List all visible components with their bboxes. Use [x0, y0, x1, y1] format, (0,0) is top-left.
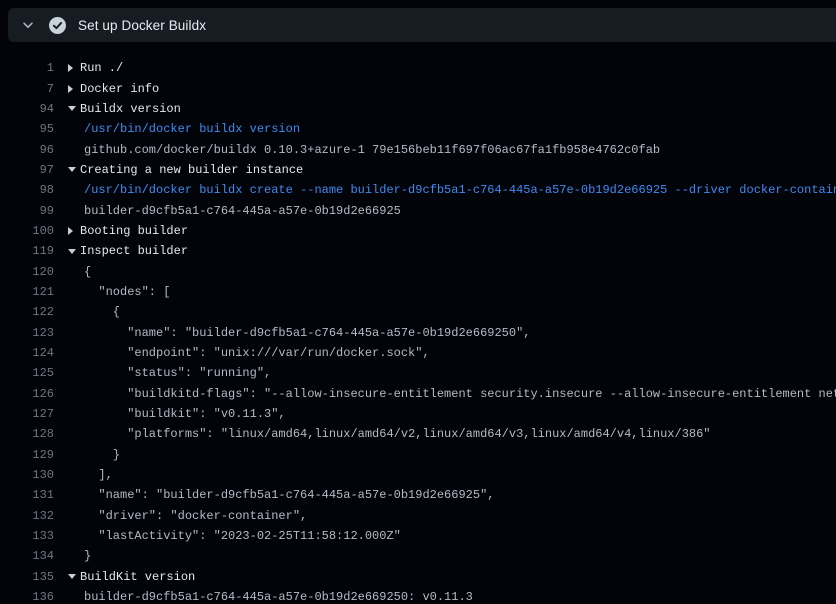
log-line: 128 "platforms": "linux/amd64,linux/amd6…: [0, 424, 836, 444]
log-line: 1 Run ./: [0, 58, 836, 78]
log-line: 124 "endpoint": "unix:///var/run/docker.…: [0, 343, 836, 363]
line-number[interactable]: 124: [0, 346, 54, 360]
log-text: ],: [84, 468, 113, 482]
line-number[interactable]: 131: [0, 488, 54, 502]
step-header[interactable]: Set up Docker Buildx: [8, 8, 836, 42]
line-number[interactable]: 129: [0, 448, 54, 462]
line-number[interactable]: 94: [0, 102, 54, 116]
log-text: "name": "builder-d9cfb5a1-c764-445a-a57e…: [84, 326, 530, 340]
log-line: 95/usr/bin/docker buildx version: [0, 119, 836, 139]
log-line: 99 builder-d9cfb5a1-c764-445a-a57e-0b19d2…: [0, 200, 836, 220]
line-number[interactable]: 96: [0, 143, 54, 157]
log-line: 94 Buildx version: [0, 99, 836, 119]
log-text: "lastActivity": "2023-02-25T11:58:12.000…: [84, 529, 401, 543]
log-text: }: [84, 448, 120, 462]
chevron-down-icon[interactable]: [68, 574, 80, 579]
log-line: 129 }: [0, 445, 836, 465]
line-number[interactable]: 98: [0, 183, 54, 197]
command-text: /usr/bin/docker buildx create --name bui…: [84, 183, 836, 197]
line-number[interactable]: 97: [0, 163, 54, 177]
log-line: 96 github.com/docker/buildx 0.10.3+azure-…: [0, 139, 836, 159]
line-number[interactable]: 127: [0, 407, 54, 421]
chevron-down-icon[interactable]: [20, 17, 36, 33]
log-line: 123 "name": "builder-d9cfb5a1-c764-445a-…: [0, 322, 836, 342]
chevron-down-icon[interactable]: [68, 106, 80, 111]
log-line: 122 {: [0, 302, 836, 322]
group-title[interactable]: Creating a new builder instance: [80, 163, 303, 177]
log-line: 119 Inspect builder: [0, 241, 836, 261]
chevron-right-icon[interactable]: [68, 64, 80, 72]
line-number[interactable]: 128: [0, 427, 54, 441]
log-line: 7 Docker info: [0, 78, 836, 98]
log-text: builder-d9cfb5a1-c764-445a-a57e-0b19d2e6…: [84, 590, 473, 604]
log-text: "nodes": [: [84, 285, 170, 299]
line-number[interactable]: 132: [0, 509, 54, 523]
log-line: 100 Booting builder: [0, 221, 836, 241]
log-text: github.com/docker/buildx 0.10.3+azure-1 …: [84, 143, 660, 157]
line-number[interactable]: 122: [0, 305, 54, 319]
log-line: 125 "status": "running",: [0, 363, 836, 383]
step-title: Set up Docker Buildx: [78, 18, 206, 33]
log-text: builder-d9cfb5a1-c764-445a-a57e-0b19d2e6…: [84, 204, 401, 218]
log-text: "buildkit": "v0.11.3",: [84, 407, 286, 421]
log-text: "platforms": "linux/amd64,linux/amd64/v2…: [84, 427, 711, 441]
log-line: 135 BuildKit version: [0, 567, 836, 587]
log-line: 133 "lastActivity": "2023-02-25T11:58:12…: [0, 526, 836, 546]
log-line: 131 "name": "builder-d9cfb5a1-c764-445a-…: [0, 485, 836, 505]
line-number[interactable]: 130: [0, 468, 54, 482]
check-circle-icon: [48, 16, 66, 34]
log-line: 132 "driver": "docker-container",: [0, 506, 836, 526]
log-line: 98/usr/bin/docker buildx create --name b…: [0, 180, 836, 200]
log-line: 127 "buildkit": "v0.11.3",: [0, 404, 836, 424]
log-line: 97 Creating a new builder instance: [0, 160, 836, 180]
log-text: "name": "builder-d9cfb5a1-c764-445a-a57e…: [84, 488, 494, 502]
chevron-down-icon[interactable]: [68, 249, 80, 254]
log-text: {: [84, 265, 91, 279]
log-text: }: [84, 549, 91, 563]
line-number[interactable]: 126: [0, 387, 54, 401]
group-title[interactable]: Booting builder: [80, 224, 188, 238]
group-title[interactable]: Buildx version: [80, 102, 181, 116]
command-text: /usr/bin/docker buildx version: [84, 122, 300, 136]
group-title[interactable]: BuildKit version: [80, 570, 195, 584]
line-number[interactable]: 125: [0, 366, 54, 380]
line-number[interactable]: 135: [0, 570, 54, 584]
log-lines: 1 Run ./ 7 Docker info 94 Buildx version 95/us…: [0, 42, 836, 604]
line-number[interactable]: 95: [0, 122, 54, 136]
group-title[interactable]: Run ./: [80, 61, 123, 75]
line-number[interactable]: 119: [0, 244, 54, 258]
line-number[interactable]: 133: [0, 529, 54, 543]
line-number[interactable]: 120: [0, 265, 54, 279]
log-text: "buildkitd-flags": "--allow-insecure-ent…: [84, 387, 836, 401]
chevron-right-icon[interactable]: [68, 85, 80, 93]
log-line: 120 {: [0, 261, 836, 281]
line-number[interactable]: 123: [0, 326, 54, 340]
log-line: 136 builder-d9cfb5a1-c764-445a-a57e-0b19d…: [0, 587, 836, 604]
line-number[interactable]: 121: [0, 285, 54, 299]
line-number[interactable]: 1: [0, 61, 54, 75]
log-line: 126 "buildkitd-flags": "--allow-insecure…: [0, 384, 836, 404]
log-text: {: [84, 305, 120, 319]
log-line: 134}: [0, 546, 836, 566]
log-line: 121 "nodes": [: [0, 282, 836, 302]
line-number[interactable]: 99: [0, 204, 54, 218]
group-title[interactable]: Inspect builder: [80, 244, 188, 258]
line-number[interactable]: 100: [0, 224, 54, 238]
group-title[interactable]: Docker info: [80, 82, 159, 96]
log-text: "driver": "docker-container",: [84, 509, 307, 523]
chevron-right-icon[interactable]: [68, 227, 80, 235]
line-number[interactable]: 7: [0, 82, 54, 96]
chevron-down-icon[interactable]: [68, 167, 80, 172]
line-number[interactable]: 134: [0, 549, 54, 563]
log-line: 130 ],: [0, 465, 836, 485]
log-text: "endpoint": "unix:///var/run/docker.sock…: [84, 346, 430, 360]
line-number[interactable]: 136: [0, 590, 54, 604]
log-text: "status": "running",: [84, 366, 271, 380]
